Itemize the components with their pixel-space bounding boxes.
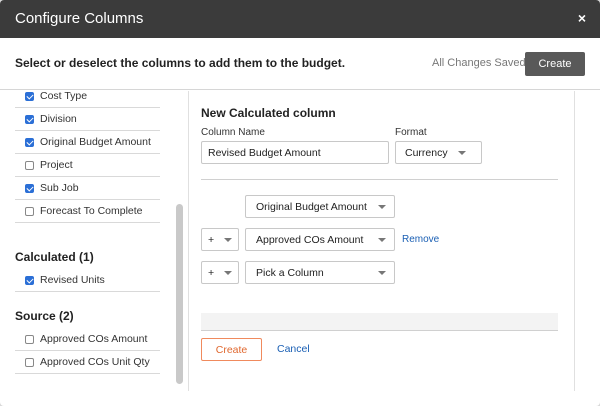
column-item-label: Cost Type <box>40 91 88 102</box>
column-item-forecast-to-complete[interactable]: Forecast To Complete <box>15 200 160 223</box>
cancel-link[interactable]: Cancel <box>277 343 310 355</box>
column-item-label: Revised Units <box>40 274 105 286</box>
column-item-label: Sub Job <box>40 182 79 194</box>
formula-preview-bar <box>201 313 558 331</box>
column-item-label: Approved COs Amount <box>40 333 148 345</box>
formula-column-select-2[interactable]: Approved COs Amount <box>245 228 395 251</box>
operator-select-3[interactable]: + <box>201 261 239 284</box>
operator-select-2[interactable]: + <box>201 228 239 251</box>
configure-columns-dialog: Configure Columns × Select or deselect t… <box>0 0 600 406</box>
checkbox[interactable] <box>25 161 34 170</box>
column-item-division[interactable]: Division <box>15 108 160 131</box>
checkbox[interactable] <box>25 358 34 367</box>
checkbox[interactable] <box>25 138 34 147</box>
divider <box>188 91 189 391</box>
column-item-approved-cos-unit-qty[interactable]: Approved COs Unit Qty <box>15 351 160 374</box>
formula-column-value: Approved COs Amount <box>256 234 364 246</box>
column-item-label: Division <box>40 113 77 125</box>
operator-value: + <box>208 267 215 279</box>
column-list-panel[interactable]: Cost Type Division Original Budget Amoun… <box>0 91 188 406</box>
dialog-subheader: Select or deselect the columns to add th… <box>0 38 600 90</box>
checkbox[interactable] <box>25 335 34 344</box>
source-section-heading: Source (2) <box>15 309 74 323</box>
column-item-cost-type[interactable]: Cost Type <box>15 91 160 108</box>
remove-link[interactable]: Remove <box>402 234 439 245</box>
column-item-approved-cos-amount[interactable]: Approved COs Amount <box>15 328 160 351</box>
chevron-down-icon <box>378 271 386 275</box>
dialog-titlebar: Configure Columns × <box>0 0 600 38</box>
chevron-down-icon <box>224 238 232 242</box>
save-status: All Changes Saved <box>432 57 526 69</box>
chevron-down-icon <box>224 271 232 275</box>
divider <box>201 179 558 180</box>
formula-column-value: Pick a Column <box>256 267 324 279</box>
chevron-down-icon <box>378 205 386 209</box>
column-item-label: Original Budget Amount <box>40 136 151 148</box>
checkbox[interactable] <box>25 92 34 101</box>
column-item-label: Project <box>40 159 73 171</box>
formula-column-select-1[interactable]: Original Budget Amount <box>245 195 395 218</box>
column-item-revised-units[interactable]: Revised Units <box>15 269 160 292</box>
form-title: New Calculated column <box>201 106 336 120</box>
divider <box>574 91 575 391</box>
checkbox[interactable] <box>25 115 34 124</box>
column-item-label: Approved COs Unit Qty <box>40 356 150 368</box>
calculated-section-heading: Calculated (1) <box>15 250 94 264</box>
format-select[interactable]: Currency <box>395 141 482 164</box>
operator-value: + <box>208 234 215 246</box>
column-item-project[interactable]: Project <box>15 154 160 177</box>
create-button[interactable]: Create <box>525 52 585 76</box>
scrollbar-thumb[interactable] <box>176 204 183 384</box>
column-item-label: Forecast To Complete <box>40 205 143 217</box>
instruction-text: Select or deselect the columns to add th… <box>15 56 346 70</box>
formula-column-value: Original Budget Amount <box>256 201 367 213</box>
checkbox[interactable] <box>25 207 34 216</box>
chevron-down-icon <box>378 238 386 242</box>
format-value: Currency <box>405 147 448 159</box>
checkbox[interactable] <box>25 184 34 193</box>
dialog-title: Configure Columns <box>15 10 144 27</box>
format-label: Format <box>395 127 427 138</box>
chevron-down-icon <box>458 151 466 155</box>
column-name-input[interactable]: Revised Budget Amount <box>201 141 389 164</box>
column-item-sub-job[interactable]: Sub Job <box>15 177 160 200</box>
formula-column-select-3[interactable]: Pick a Column <box>245 261 395 284</box>
column-item-original-budget-amount[interactable]: Original Budget Amount <box>15 131 160 154</box>
column-name-label: Column Name <box>201 127 265 138</box>
create-column-button[interactable]: Create <box>201 338 262 361</box>
column-name-value: Revised Budget Amount <box>208 147 321 159</box>
divider <box>201 330 558 331</box>
close-icon[interactable]: × <box>578 10 586 26</box>
checkbox[interactable] <box>25 276 34 285</box>
calculated-column-form: New Calculated column Column Name Revise… <box>188 91 600 406</box>
